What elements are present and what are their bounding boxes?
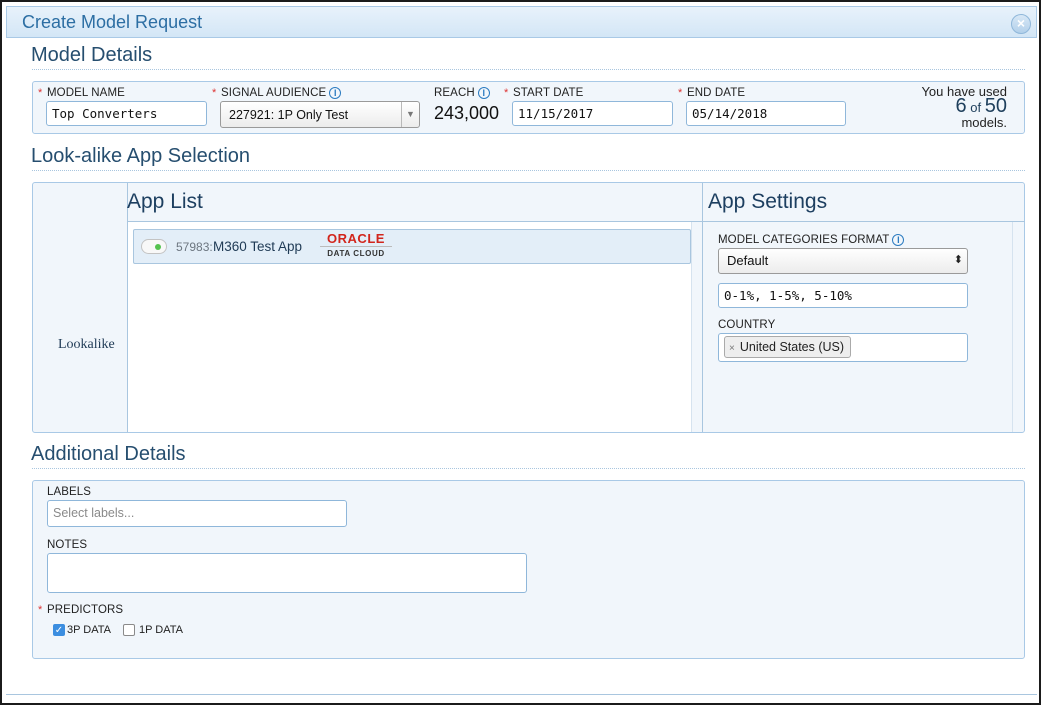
logo-top: ORACLE [327, 231, 385, 246]
model-name-label: MODEL NAME [47, 87, 125, 99]
country-tag-label: United States (US) [739, 340, 845, 354]
list-item[interactable]: 57983: M360 Test App ORACLE DATA CLOUD [133, 229, 691, 264]
labels-placeholder: Select labels... [53, 506, 135, 520]
country-tag[interactable]: × United States (US) [724, 336, 852, 358]
dialog-titlebar: Create Model Request × [6, 6, 1037, 38]
usage-used: 6 [955, 95, 967, 117]
app-id: 57983: [176, 240, 213, 254]
predictor-1p-checkbox[interactable] [123, 624, 135, 636]
signal-audience-value: 227921: 1P Only Test [229, 108, 349, 122]
country-label: COUNTRY [718, 319, 776, 331]
model-details-heading: Model Details [31, 44, 153, 66]
required-marker: * [504, 87, 509, 99]
usage-summary: You have used 6 of 50 models. [921, 84, 1007, 130]
end-date-label: END DATE [687, 87, 746, 99]
app-settings-heading: App Settings [708, 190, 828, 213]
toggle-on-indicator [155, 244, 161, 250]
model-name-input[interactable]: Top Converters [46, 101, 207, 126]
usage-of: of [970, 100, 982, 115]
predictors-label: PREDICTORS [47, 604, 124, 616]
reach-value: 243,000 [434, 103, 500, 123]
divider [32, 170, 1025, 171]
create-model-dialog: Create Model Request × Model Details * M… [0, 0, 1041, 705]
predictor-3p-checkbox[interactable]: ✓ [53, 624, 65, 636]
end-date-input[interactable]: 05/14/2018 [686, 101, 846, 126]
divider [32, 69, 1025, 70]
app-name: M360 Test App [213, 239, 303, 254]
notes-textarea[interactable] [47, 553, 527, 593]
start-date-input[interactable]: 11/15/2017 [512, 101, 673, 126]
info-icon[interactable]: i [892, 234, 905, 246]
categories-input[interactable]: 0-1%, 1-5%, 5-10% [718, 283, 968, 308]
categories-format-label: MODEL CATEGORIES FORMAT [718, 234, 890, 246]
required-marker: * [212, 87, 217, 99]
app-enable-toggle[interactable] [141, 239, 167, 254]
signal-audience-label-wrap: SIGNAL AUDIENCE i [221, 87, 342, 99]
predictor-1p-label: 1P DATA [139, 624, 184, 636]
reach-label: REACH [434, 87, 475, 99]
categories-format-value: Default [727, 253, 769, 268]
oracle-data-cloud-logo: ORACLE DATA CLOUD [320, 232, 392, 258]
info-icon[interactable]: i [477, 87, 490, 99]
signal-audience-label: SIGNAL AUDIENCE [221, 87, 327, 99]
reach-label-wrap: REACH i [434, 87, 490, 99]
logo-bottom: DATA CLOUD [320, 246, 392, 258]
divider [32, 468, 1025, 469]
usage-line3: models. [961, 115, 1007, 130]
categories-format-select[interactable]: Default ⬍ [718, 248, 968, 274]
start-date-label: START DATE [513, 87, 584, 99]
signal-audience-select[interactable]: 227921: 1P Only Test ▼ [220, 101, 420, 128]
labels-input[interactable]: Select labels... [47, 500, 347, 527]
updown-arrow-icon: ⬍ [953, 254, 963, 266]
usage-total: 50 [984, 95, 1007, 117]
info-icon[interactable]: i [329, 87, 342, 99]
app-list-heading: App List [127, 190, 203, 213]
predictor-3p-label: 3P DATA [67, 624, 112, 636]
categories-format-label-wrap: MODEL CATEGORIES FORMAT i [718, 234, 905, 246]
remove-tag-icon[interactable]: × [729, 343, 735, 354]
footer-divider [6, 694, 1037, 695]
close-icon[interactable]: × [1011, 14, 1031, 34]
dialog-title: Create Model Request [22, 12, 203, 32]
lookalike-heading: Look-alike App Selection [31, 145, 251, 167]
required-marker: * [38, 87, 43, 99]
notes-label: NOTES [47, 539, 88, 551]
labels-label: LABELS [47, 486, 92, 498]
additional-details-heading: Additional Details [31, 443, 186, 465]
required-marker: * [38, 604, 43, 616]
lookalike-row-label: Lookalike [58, 337, 115, 352]
required-marker: * [678, 87, 683, 99]
chevron-down-icon: ▼ [401, 102, 419, 127]
